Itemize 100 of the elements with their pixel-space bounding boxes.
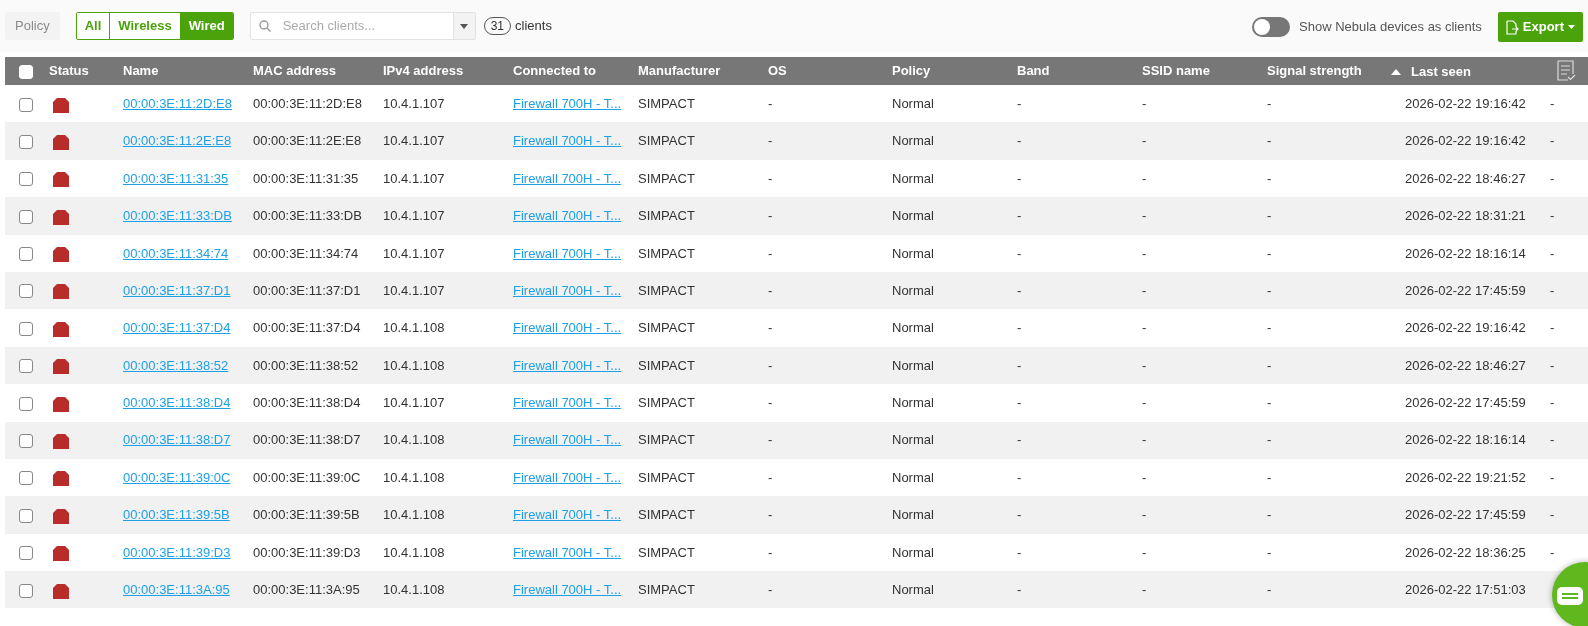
sort-ascending-icon — [1391, 68, 1401, 75]
manufacturer-text: SIMPACT — [638, 245, 695, 261]
band-text: - — [1017, 95, 1022, 111]
client-name-link[interactable]: 00:00:3E:11:34:74 — [123, 245, 229, 261]
device-link[interactable]: Firewall 700H - T... — [513, 95, 622, 111]
row-checkbox[interactable] — [19, 471, 33, 486]
dropdown-button[interactable] — [452, 13, 475, 39]
mac-address-text: 00:00:3E:11:31:35 — [253, 170, 359, 186]
column-header[interactable]: Policy — [892, 63, 931, 79]
client-name-link[interactable]: 00:00:3E:11:39:0C — [123, 469, 231, 485]
policy-text: Normal — [892, 320, 934, 336]
client-name-link[interactable]: 00:00:3E:11:31:35 — [123, 170, 229, 186]
column-chooser-icon[interactable] — [1556, 60, 1576, 82]
last-seen-text: 2026-02-22 19:16:42 — [1405, 320, 1526, 336]
wired-status-icon — [53, 433, 69, 449]
table-cell: - — [1550, 95, 1555, 111]
column-header[interactable]: Band — [1017, 63, 1050, 79]
table-cell: - — [1550, 507, 1555, 523]
mac-address-text: 00:00:3E:11:39:D3 — [253, 544, 361, 560]
search-input[interactable]: Search clients... — [280, 15, 453, 37]
last-seen-text: 2026-02-22 19:16:42 — [1405, 95, 1526, 111]
row-checkbox[interactable] — [19, 134, 33, 149]
ip-address-text: 10.4.1.107 — [383, 208, 445, 224]
manufacturer-text: SIMPACT — [638, 395, 695, 411]
last-seen-text: 2026-02-22 17:45:59 — [1405, 282, 1526, 298]
client-name-link[interactable]: 00:00:3E:11:39:D3 — [123, 544, 231, 560]
row-checkbox[interactable] — [19, 359, 33, 374]
row-checkbox[interactable] — [19, 209, 33, 224]
ip-address-text: 10.4.1.107 — [383, 133, 445, 149]
os-text: - — [768, 245, 773, 261]
ssid-text: - — [1142, 208, 1147, 224]
table-cell: - — [1550, 170, 1555, 186]
export-button[interactable]: Export — [1497, 12, 1583, 42]
filter-tab[interactable]: Wired — [179, 13, 233, 39]
os-text: - — [768, 95, 773, 111]
manufacturer-text: SIMPACT — [638, 170, 695, 186]
row-checkbox[interactable] — [19, 546, 33, 561]
last-seen-text: 2026-02-22 19:21:52 — [1405, 469, 1526, 485]
row-checkbox[interactable] — [19, 172, 33, 187]
row-checkbox[interactable] — [19, 434, 33, 448]
wired-status-icon — [53, 470, 69, 487]
mac-address-text: 00:00:3E:11:37:D1 — [253, 282, 361, 298]
ssid-text: - — [1142, 245, 1147, 261]
band-text: - — [1017, 170, 1022, 186]
mac-address-text: 00:00:3E:11:34:74 — [253, 245, 359, 261]
last-seen-text: 2026-02-22 18:36:25 — [1405, 544, 1526, 560]
mac-address-text: 00:00:3E:11:38:52 — [253, 357, 359, 373]
os-text: - — [768, 544, 773, 560]
mac-address-text: 00:00:3E:11:2E:E8 — [253, 133, 362, 149]
device-link[interactable]: Firewall 700H - T... — [513, 245, 622, 261]
client-name-link[interactable]: 00:00:3E:11:37:D4 — [123, 320, 231, 336]
select-all-checkbox[interactable] — [19, 64, 33, 79]
ssid-text: - — [1142, 582, 1147, 597]
device-link[interactable]: Firewall 700H - T... — [513, 469, 622, 485]
signal-text: - — [1267, 282, 1272, 298]
last-seen-text: 2026-02-22 18:46:27 — [1405, 170, 1526, 186]
os-text: - — [768, 507, 773, 523]
row-checkbox[interactable] — [19, 396, 33, 411]
mac-address-text: 00:00:3E:11:39:5B — [253, 507, 360, 523]
client-name-link[interactable]: 00:00:3E:11:2D:E8 — [123, 95, 232, 111]
filter-tab[interactable]: All — [76, 13, 110, 39]
table-cell: - — [1550, 208, 1555, 224]
wired-status-icon — [53, 283, 69, 300]
count-label: clients — [515, 17, 552, 36]
search-field[interactable]: Search clients... — [249, 12, 476, 40]
row-checkbox[interactable] — [19, 97, 33, 112]
last-seen-text: 2026-02-22 17:45:59 — [1405, 507, 1526, 523]
device-link[interactable]: Firewall 700H - T... — [513, 320, 622, 336]
ssid-text: - — [1142, 320, 1147, 336]
manufacturer-text: SIMPACT — [638, 320, 695, 336]
row-checkbox[interactable] — [19, 247, 33, 262]
signal-text: - — [1267, 170, 1272, 186]
ssid-text: - — [1142, 469, 1147, 485]
os-text: - — [768, 133, 773, 149]
policy-text: Normal — [892, 133, 934, 149]
os-text: - — [768, 469, 773, 485]
device-link[interactable]: Firewall 700H - T... — [513, 544, 622, 560]
manufacturer-text: SIMPACT — [638, 507, 695, 523]
device-link[interactable]: Firewall 700H - T... — [513, 395, 622, 411]
last-seen-text: 2026-02-22 18:16:14 — [1405, 245, 1526, 261]
table-cell: - — [1550, 469, 1555, 485]
table-cell: - — [1550, 544, 1555, 560]
row-checkbox[interactable] — [19, 508, 33, 523]
device-link[interactable]: Firewall 700H - T... — [513, 170, 622, 186]
toggle-switch[interactable] — [1252, 17, 1290, 37]
wired-status-icon — [53, 246, 69, 263]
row-checkbox[interactable] — [19, 583, 33, 598]
policy-text: Normal — [892, 245, 934, 261]
client-name-link[interactable]: 00:00:3E:11:38:D4 — [123, 395, 231, 411]
row-checkbox[interactable] — [19, 321, 33, 336]
row-checkbox[interactable] — [19, 284, 33, 299]
column-header[interactable]: OS — [768, 63, 787, 79]
column-header[interactable]: Name — [123, 63, 159, 79]
ip-address-text: 10.4.1.107 — [383, 170, 445, 186]
policy-text: Normal — [892, 432, 934, 448]
band-text: - — [1017, 282, 1022, 298]
band-text: - — [1017, 432, 1022, 448]
ip-address-text: 10.4.1.107 — [383, 395, 445, 411]
policy-text: Normal — [892, 95, 934, 111]
filter-tab[interactable]: Wireless — [109, 13, 180, 39]
